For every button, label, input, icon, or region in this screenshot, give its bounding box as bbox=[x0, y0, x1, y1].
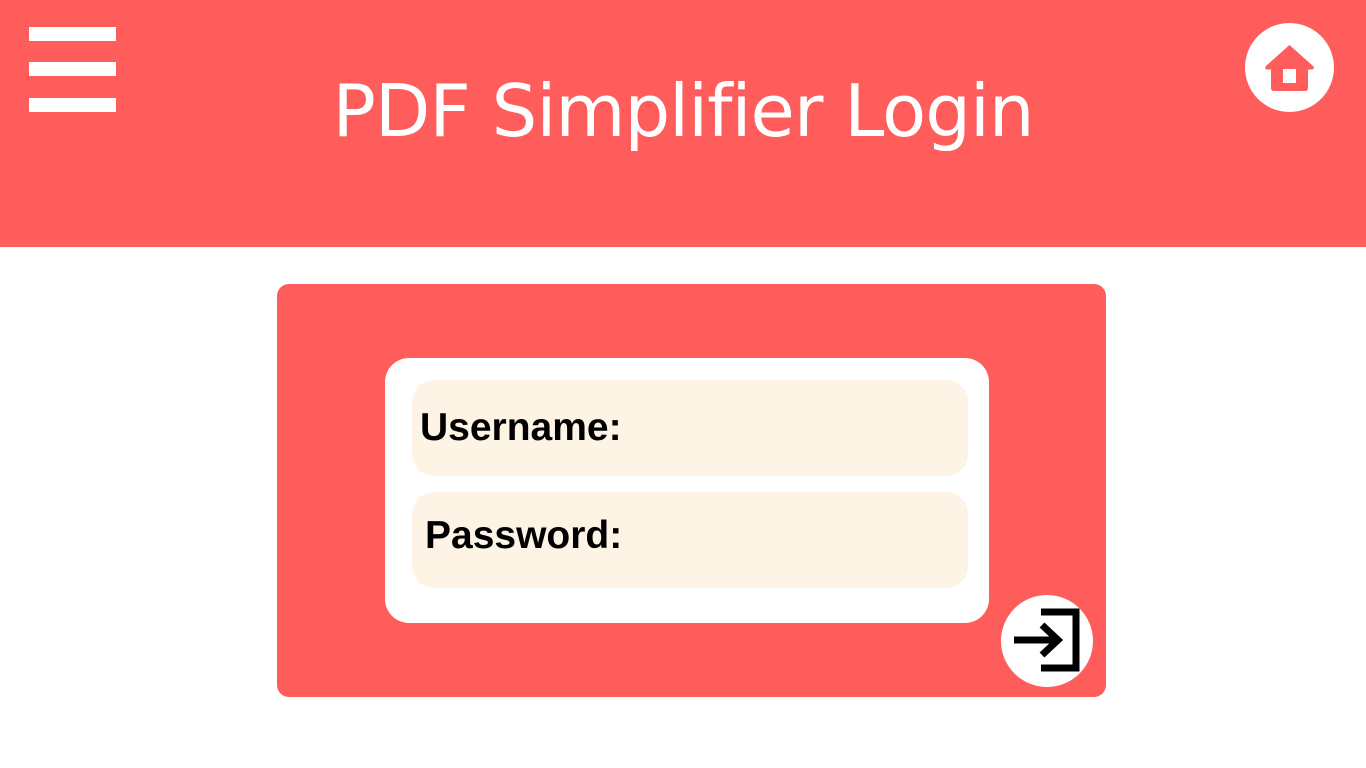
home-button[interactable] bbox=[1245, 23, 1334, 112]
menu-icon-bar-top bbox=[29, 27, 116, 41]
home-icon bbox=[1265, 45, 1314, 91]
login-arrow-icon bbox=[1014, 608, 1080, 672]
password-label: Password: bbox=[425, 514, 623, 557]
username-field[interactable]: Username: bbox=[412, 380, 968, 476]
login-card: Username: Password: bbox=[277, 284, 1106, 697]
password-field[interactable]: Password: bbox=[412, 492, 968, 588]
header-bar: PDF Simplifier Login bbox=[0, 0, 1366, 247]
login-form-panel: Username: Password: bbox=[385, 358, 989, 623]
page-title: PDF Simplifier Login bbox=[332, 69, 1034, 153]
login-submit-button[interactable] bbox=[1001, 595, 1093, 687]
username-label: Username: bbox=[420, 406, 622, 449]
